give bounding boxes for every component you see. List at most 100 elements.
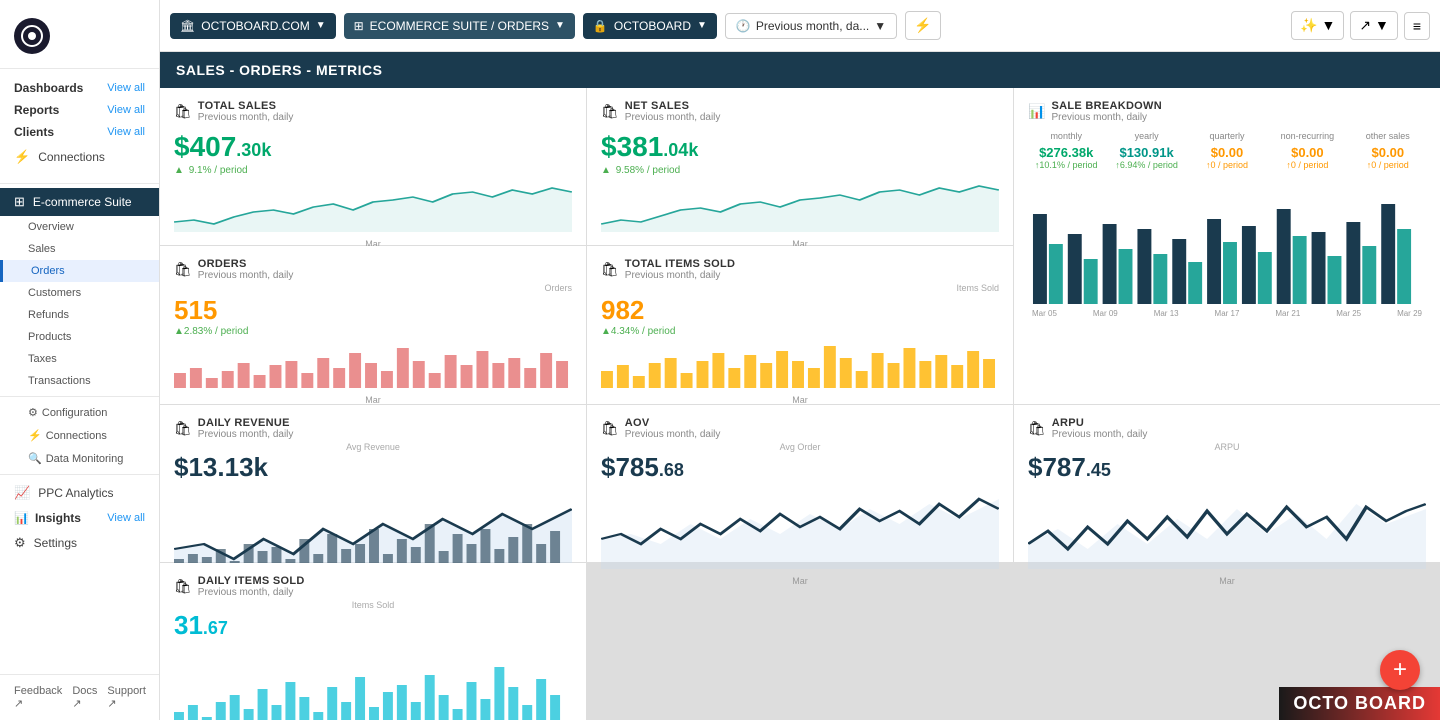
insights-header: 📊 Insights View all <box>0 507 159 529</box>
arpu-sublabel: ARPU <box>1028 442 1426 452</box>
ns-decimal: .04k <box>663 140 698 160</box>
total-sales-chart: Mar <box>174 182 572 249</box>
sidebar-item-ecommerce[interactable]: ⊞ E-commerce Suite <box>0 188 159 216</box>
ecommerce-label: E-commerce Suite <box>33 195 132 209</box>
sidebar-sub-taxes[interactable]: Taxes <box>0 348 159 370</box>
clients-viewall[interactable]: View all <box>107 126 145 138</box>
insights-viewall[interactable]: View all <box>107 512 145 524</box>
aov-main: 785 <box>615 452 658 482</box>
sidebar-sub-configuration[interactable]: ⚙Configuration <box>0 401 159 424</box>
arpu-subtitle: Previous month, daily <box>1052 429 1148 440</box>
arpu-main: 787 <box>1042 452 1085 482</box>
menu-btn[interactable]: ≡ <box>1404 12 1430 40</box>
aov-card: 🛍 AOV Previous month, daily Avg Order $7… <box>587 405 1013 562</box>
breakdown-icon: 📊 <box>1028 103 1045 120</box>
reports-viewall[interactable]: View all <box>107 104 145 116</box>
items-value: 982 <box>601 295 999 326</box>
connections-icon: ⚡ <box>14 149 30 165</box>
breakdown-yearly: yearly $130.91k ↑6.94% / period <box>1108 131 1184 170</box>
dashboards-header: Dashboards View all <box>0 77 159 99</box>
sidebar-sub-transactions[interactable]: Transactions <box>0 370 159 392</box>
workspace-caret: ▼ <box>316 20 326 31</box>
sidebar-sub-sales[interactable]: Sales <box>0 238 159 260</box>
octo-text: OCTO <box>1293 693 1349 713</box>
arpu-icon: 🛍 <box>1028 420 1046 437</box>
daily-revenue-value: $13.13k <box>174 452 572 483</box>
board-text: BOARD <box>1355 693 1426 713</box>
flash-btn[interactable]: ⚡ <box>905 11 940 40</box>
topbar: 🏛 OCTOBOARD.COM ▼ ⊞ ECOMMERCE SUITE / OR… <box>160 0 1440 52</box>
add-button[interactable]: + <box>1380 650 1420 690</box>
support-link[interactable]: Support ↗ <box>107 685 146 710</box>
daily-revenue-card: 🛍 DAILY REVENUE Previous month, daily Av… <box>160 405 586 562</box>
workspace-selector[interactable]: 🏛 OCTOBOARD.COM ▼ <box>170 13 336 39</box>
arpu-chart: Mar <box>1028 489 1426 586</box>
connections-label: Connections <box>38 150 105 164</box>
ns-main: 381 <box>617 131 664 162</box>
aov-currency: $ <box>601 452 615 482</box>
daily-items-chart: Mar <box>174 647 572 720</box>
sidebar-footer: Feedback ↗ Docs ↗ Support ↗ <box>0 674 159 720</box>
daily-items-value: 31.67 <box>174 610 572 641</box>
customers-label: Customers <box>28 287 81 299</box>
products-label: Products <box>28 331 71 343</box>
orders-title: ORDERS <box>198 258 294 270</box>
sidebar-item-settings[interactable]: ⚙ Settings <box>0 529 159 557</box>
daily-rev-icon: 🛍 <box>174 420 192 437</box>
sidebar-sub-refunds[interactable]: Refunds <box>0 304 159 326</box>
net-sales-title: NET SALES <box>625 100 721 112</box>
items-subtitle: Previous month, daily <box>625 270 736 281</box>
breakdown-monthly: monthly $276.38k ↑10.1% / period <box>1028 131 1104 170</box>
grid-icon: ⊞ <box>354 19 364 33</box>
daily-items-subtitle: Previous month, daily <box>198 587 305 598</box>
daily-rev-sublabel: Avg Revenue <box>174 442 572 452</box>
sidebar-sub-connections2[interactable]: ⚡Connections <box>0 424 159 447</box>
sidebar-item-ppc[interactable]: 📈 PPC Analytics <box>0 479 159 507</box>
arpu-x: Mar <box>1028 576 1426 586</box>
orders-label: Orders <box>31 265 65 277</box>
dashboards-viewall[interactable]: View all <box>107 82 145 94</box>
date-range-selector[interactable]: 🕐 Previous month, da... ▼ <box>725 13 897 39</box>
breakdown-header: 📊 SALE BREAKDOWN Previous month, daily <box>1028 100 1426 123</box>
sidebar-sub-products[interactable]: Products <box>0 326 159 348</box>
total-sales-trend: 9.1% / period <box>174 165 572 176</box>
clients-header: Clients View all <box>0 121 159 143</box>
sidebar-sub-customers[interactable]: Customers <box>0 282 159 304</box>
transactions-label: Transactions <box>28 375 91 387</box>
orders-chart-label: Orders <box>544 283 572 293</box>
suite-selector[interactable]: ⊞ ECOMMERCE SUITE / ORDERS ▼ <box>344 13 575 39</box>
connections2-label: Connections <box>46 430 107 442</box>
items-chart: Mar <box>601 343 999 405</box>
orders-trend: ▲2.83% / period <box>174 326 572 337</box>
net-sales-header: 🛍 NET SALES Previous month, daily <box>601 100 999 123</box>
ts-currency: $ <box>174 131 190 162</box>
share-btn[interactable]: ↗ ▼ <box>1350 11 1397 40</box>
total-sales-card: 🛍 TOTAL SALES Previous month, daily $407… <box>160 88 586 245</box>
feedback-link[interactable]: Feedback ↗ <box>14 685 62 710</box>
board-selector[interactable]: 🔒 OCTOBOARD ▼ <box>583 13 717 39</box>
breakdown-quarterly: quarterly $0.00 ↑0 / period <box>1189 131 1265 170</box>
arpu-decimal: .45 <box>1086 460 1111 480</box>
divider-3 <box>0 474 159 475</box>
docs-link[interactable]: Docs ↗ <box>72 685 97 710</box>
refunds-label: Refunds <box>28 309 69 321</box>
breakdown-nonrecurring: non-recurring $0.00 ↑0 / period <box>1269 131 1345 170</box>
breakdown-other: other sales $0.00 ↑0 / period <box>1350 131 1426 170</box>
aov-sublabel: Avg Order <box>601 442 999 452</box>
logo-icon <box>14 18 50 54</box>
dashboard-grid: 🛍 TOTAL SALES Previous month, daily $407… <box>160 88 1440 720</box>
dashboards-section: Dashboards View all Reports View all Cli… <box>0 69 159 179</box>
sidebar-item-connections[interactable]: ⚡ Connections <box>0 143 159 171</box>
taxes-label: Taxes <box>28 353 57 365</box>
daily-revenue-header: 🛍 DAILY REVENUE Previous month, daily <box>174 417 572 440</box>
sparkle-btn[interactable]: ✨ ▼ <box>1291 11 1344 40</box>
daily-revenue-subtitle: Previous month, daily <box>198 429 294 440</box>
sidebar-sub-orders[interactable]: Orders <box>0 260 159 282</box>
ppc-label: PPC Analytics <box>38 486 113 500</box>
orders-chart: Mar <box>174 343 572 405</box>
daily-items-icon: 🛍 <box>174 578 192 595</box>
sidebar-sub-overview[interactable]: Overview <box>0 216 159 238</box>
daily-items-header: 🛍 DAILY ITEMS SOLD Previous month, daily <box>174 575 572 598</box>
sidebar-sub-data-monitoring[interactable]: 🔍Data Monitoring <box>0 447 159 470</box>
net-sales-subtitle: Previous month, daily <box>625 112 721 123</box>
